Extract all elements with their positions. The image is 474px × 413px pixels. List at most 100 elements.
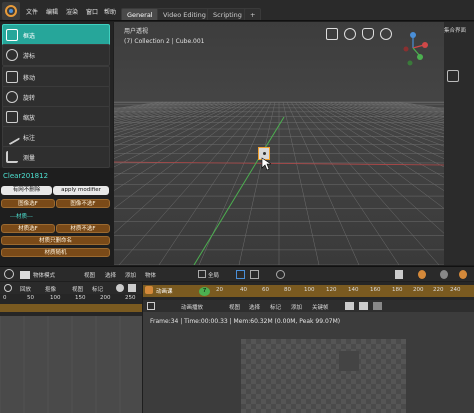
- menu-add[interactable]: 添加: [125, 271, 136, 279]
- 3d-viewport[interactable]: [114, 22, 444, 265]
- shading-solid-icon[interactable]: [440, 270, 448, 279]
- seq-menu-add[interactable]: 添加: [291, 303, 302, 311]
- overlay-toggle-icon[interactable]: [373, 302, 382, 310]
- pan-hand-icon[interactable]: [362, 28, 374, 40]
- preview-canvas: [241, 339, 406, 413]
- image-select-button[interactable]: 图像选F: [1, 199, 55, 208]
- menu-help[interactable]: 帮助: [104, 7, 116, 16]
- menu-object[interactable]: 物体: [145, 271, 156, 279]
- sequencer-mode-dropdown[interactable]: 动画播放: [181, 303, 203, 311]
- ruler-tick: 80: [284, 287, 291, 293]
- tool-panel: 框选 游标 移动 旋转 缩放 标注 测量: [0, 22, 113, 168]
- frame-range-bar: [0, 304, 142, 312]
- material-name-only-button[interactable]: 材质只删命名: [1, 236, 110, 245]
- panel-toggle-icon[interactable]: [447, 70, 459, 82]
- menu-select[interactable]: 选择: [105, 271, 116, 279]
- scale-icon: [6, 111, 18, 123]
- keying-menu[interactable]: 抠像: [45, 285, 56, 293]
- camera-view-icon[interactable]: [326, 28, 338, 40]
- proportional-edit-icon[interactable]: [276, 270, 285, 279]
- app-logo-icon[interactable]: [2, 2, 20, 20]
- tool-rotate[interactable]: 旋转: [2, 86, 110, 108]
- menu-render[interactable]: 渲染: [66, 7, 78, 16]
- seq-menu-select[interactable]: 选择: [249, 303, 260, 311]
- shading-render-icon[interactable]: [459, 270, 467, 279]
- sequencer-label: 动画课: [156, 289, 173, 295]
- timeline-view-menu[interactable]: 视图: [72, 285, 83, 293]
- editor-type-icon[interactable]: [4, 269, 14, 279]
- ruler-tick: 200: [100, 295, 111, 301]
- tool-label: 旋转: [23, 95, 36, 102]
- menu-edit[interactable]: 编辑: [46, 7, 58, 16]
- tool-move[interactable]: 移动: [2, 66, 110, 88]
- preview-area[interactable]: [143, 312, 474, 413]
- menu-window[interactable]: 窗口: [86, 7, 98, 16]
- keep-mesh-button[interactable]: 有网不删除: [1, 186, 52, 195]
- object-mode-dropdown[interactable]: 物体模式: [33, 271, 55, 279]
- navigation-gizmo[interactable]: [400, 30, 436, 70]
- move-icon: [6, 71, 18, 83]
- sequencer-ruler[interactable]: 动画课 7 20 40 60 80 100 120 140 160 180 20…: [143, 282, 474, 300]
- apply-modifier-button[interactable]: apply modifier: [53, 186, 109, 195]
- rotate-icon: [6, 91, 18, 103]
- sidebar-tab-label[interactable]: 集合界面: [444, 26, 466, 34]
- snap-icon[interactable]: [250, 270, 259, 279]
- tab-scripting[interactable]: Scripting: [207, 8, 248, 20]
- playback-menu[interactable]: 回放: [20, 285, 31, 293]
- graph-area[interactable]: [0, 316, 142, 413]
- keyframe-icon[interactable]: [128, 284, 136, 292]
- sequencer-header: 动画播放 视图 选择 标记 添加 关键帧: [143, 300, 474, 312]
- tool-label: 测量: [23, 155, 36, 162]
- ruler-tick: 200: [413, 287, 424, 293]
- tab-video-editing[interactable]: Video Editing: [157, 8, 212, 20]
- menu-view[interactable]: 视图: [84, 271, 95, 279]
- mouse-pointer-icon: [261, 157, 271, 171]
- viewport-header: 物体模式 视图 选择 添加 物体 全局: [0, 266, 474, 281]
- global-dropdown[interactable]: 全局: [208, 271, 219, 279]
- tool-measure[interactable]: 测量: [2, 146, 110, 168]
- ruler-tick: 220: [433, 287, 444, 293]
- tool-annotate[interactable]: 标注: [2, 126, 110, 148]
- ruler-tick: 50: [27, 295, 34, 301]
- tool-label: 游标: [23, 53, 36, 60]
- material-select-button[interactable]: 材质选F: [1, 224, 55, 233]
- ruler-tick: 140: [348, 287, 359, 293]
- overlay-icon[interactable]: [418, 270, 426, 279]
- ruler-tick: 240: [450, 287, 461, 293]
- pivot-icon[interactable]: [236, 270, 245, 279]
- timeline-editor-icon[interactable]: [4, 284, 12, 292]
- viewport-nav-icons: [326, 27, 396, 41]
- sequencer-editor-icon[interactable]: [145, 286, 153, 294]
- seq-menu-marker[interactable]: 标记: [270, 303, 281, 311]
- ruler-tick: 100: [50, 295, 61, 301]
- tab-general[interactable]: General: [121, 8, 159, 20]
- image-deselect-button[interactable]: 图像不选F: [56, 199, 110, 208]
- material-deselect-button[interactable]: 材质不选F: [56, 224, 110, 233]
- ruler-tick: 150: [75, 295, 86, 301]
- timeline-ruler[interactable]: 0 50 100 150 200 250: [0, 294, 142, 316]
- menu-file[interactable]: 文件: [26, 7, 38, 16]
- tool-cursor[interactable]: 游标: [2, 44, 110, 66]
- tool-select-box[interactable]: 框选: [2, 24, 110, 46]
- tool-scale[interactable]: 缩放: [2, 106, 110, 128]
- tool-label: 移动: [23, 75, 36, 82]
- snap-toggle-icon[interactable]: [345, 302, 354, 310]
- cursor-icon: [6, 49, 18, 61]
- material-section-label: ---材质---: [10, 214, 33, 220]
- record-icon[interactable]: [116, 284, 124, 292]
- current-frame-indicator[interactable]: 7: [199, 287, 210, 296]
- timeline-header: 回放 抠像 视图 标记: [0, 282, 142, 294]
- clip-editor-icon[interactable]: [147, 302, 155, 310]
- proxy-icon[interactable]: [359, 302, 368, 310]
- add-workspace-button[interactable]: +: [244, 8, 262, 20]
- camera-icon[interactable]: [344, 28, 356, 40]
- top-menu-bar: 文件 编辑 渲染 窗口 帮助 General Video Editing Scr…: [0, 0, 474, 21]
- ruler-tick: 160: [370, 287, 381, 293]
- seq-menu-view[interactable]: 视图: [229, 303, 240, 311]
- seq-menu-keyframe[interactable]: 关键帧: [312, 303, 329, 311]
- timeline-marker-menu[interactable]: 标记: [92, 285, 103, 293]
- zoom-icon[interactable]: [380, 28, 392, 40]
- viewport-collection-label: (7) Collection 2 | Cube.001: [124, 38, 205, 45]
- material-random-button[interactable]: 材质随机: [1, 248, 110, 257]
- visibility-icon[interactable]: [395, 270, 403, 279]
